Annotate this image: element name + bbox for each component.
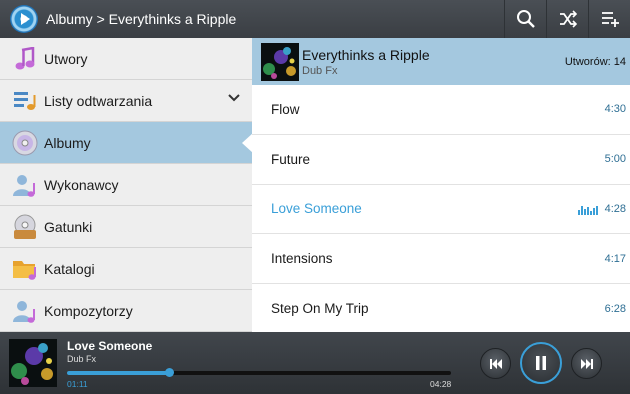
sidebar-item-label: Katalogi <box>44 260 95 277</box>
folder-icon <box>11 255 39 283</box>
album-art <box>261 42 299 81</box>
album-track-list: Everythinks a Ripple Dub Fx Utworów: 14 … <box>252 38 630 334</box>
sidebar-item-artists[interactable]: Wykonawcy <box>0 164 252 206</box>
sidebar-item-label: Albumy <box>44 134 91 151</box>
previous-icon <box>489 358 502 369</box>
sidebar-item-label: Gatunki <box>44 218 93 235</box>
track-row[interactable]: Intensions 4:17 <box>252 234 630 285</box>
search-button[interactable] <box>504 0 546 38</box>
total-time: 04:28 <box>430 379 452 389</box>
genre-icon <box>11 213 39 241</box>
sidebar-item-label: Listy odtwarzania <box>44 92 153 109</box>
playlist-icon <box>11 87 39 115</box>
equalizer-icon <box>578 205 598 215</box>
track-row[interactable]: Future 5:00 <box>252 135 630 185</box>
add-to-playlist-icon <box>601 12 619 27</box>
shuffle-icon <box>559 10 577 28</box>
sidebar-item-albums[interactable]: Albumy <box>0 122 253 164</box>
chevron-down-icon[interactable] <box>228 93 240 103</box>
breadcrumb: Albumy > Everythinks a Ripple <box>46 11 237 27</box>
sidebar-item-folders[interactable]: Katalogi <box>0 248 252 290</box>
music-note-icon <box>11 45 39 73</box>
pause-button[interactable] <box>520 342 562 384</box>
sidebar-item-label: Utwory <box>44 50 88 67</box>
next-button[interactable] <box>571 348 602 379</box>
now-playing-bar: Love Someone Dub Fx 01:11 04:28 <box>0 332 630 394</box>
track-row[interactable]: Step On My Trip 6:28 <box>252 284 630 334</box>
sidebar-item-genres[interactable]: Gatunki <box>0 206 252 248</box>
progress-thumb[interactable] <box>164 368 174 377</box>
now-playing-title: Love Someone <box>67 339 153 353</box>
album-artist: Dub Fx <box>302 64 338 77</box>
sidebar-item-composers[interactable]: Kompozytorzy <box>0 290 252 332</box>
track-duration: 5:00 <box>604 153 626 166</box>
search-icon <box>516 10 535 28</box>
track-row[interactable]: Flow 4:30 <box>252 85 630 135</box>
progress-bar[interactable] <box>67 368 451 377</box>
track-row-now-playing[interactable]: Love Someone 4:28 <box>252 185 630 235</box>
sidebar-item-label: Kompozytorzy <box>44 302 133 319</box>
library-sidebar: Utwory Listy odtwarzania Albumy Wykonawc… <box>0 38 253 332</box>
track-count: Utworów: 14 <box>564 56 626 68</box>
track-duration: 4:28 <box>604 202 626 215</box>
sidebar-item-tracks[interactable]: Utwory <box>0 38 252 80</box>
track-duration: 4:30 <box>604 103 626 116</box>
composer-icon <box>11 297 39 325</box>
album-disc-icon <box>11 129 39 157</box>
sidebar-item-label: Wykonawcy <box>44 176 119 193</box>
track-title: Flow <box>271 101 300 117</box>
track-title: Future <box>271 151 311 167</box>
current-time: 01:11 <box>67 379 88 389</box>
track-title: Intensions <box>271 251 333 267</box>
top-bar: Albumy > Everythinks a Ripple <box>0 0 630 38</box>
progress-fill <box>67 371 169 375</box>
artist-icon <box>11 171 39 199</box>
track-duration: 6:28 <box>604 302 626 315</box>
track-title: Step On My Trip <box>271 301 369 317</box>
album-title: Everythinks a Ripple <box>302 46 430 63</box>
music-player-logo-icon[interactable] <box>10 5 38 33</box>
track-duration: 4:17 <box>604 252 626 265</box>
now-playing-album-art[interactable] <box>9 339 57 387</box>
add-to-playlist-button[interactable] <box>588 0 630 38</box>
track-title: Love Someone <box>271 201 362 217</box>
next-icon <box>580 358 593 369</box>
sidebar-item-playlists[interactable]: Listy odtwarzania <box>0 80 252 122</box>
now-playing-artist: Dub Fx <box>67 354 97 364</box>
shuffle-button[interactable] <box>546 0 588 38</box>
album-header: Everythinks a Ripple Dub Fx Utworów: 14 <box>252 38 630 85</box>
pause-icon <box>536 356 546 370</box>
previous-button[interactable] <box>480 348 511 379</box>
